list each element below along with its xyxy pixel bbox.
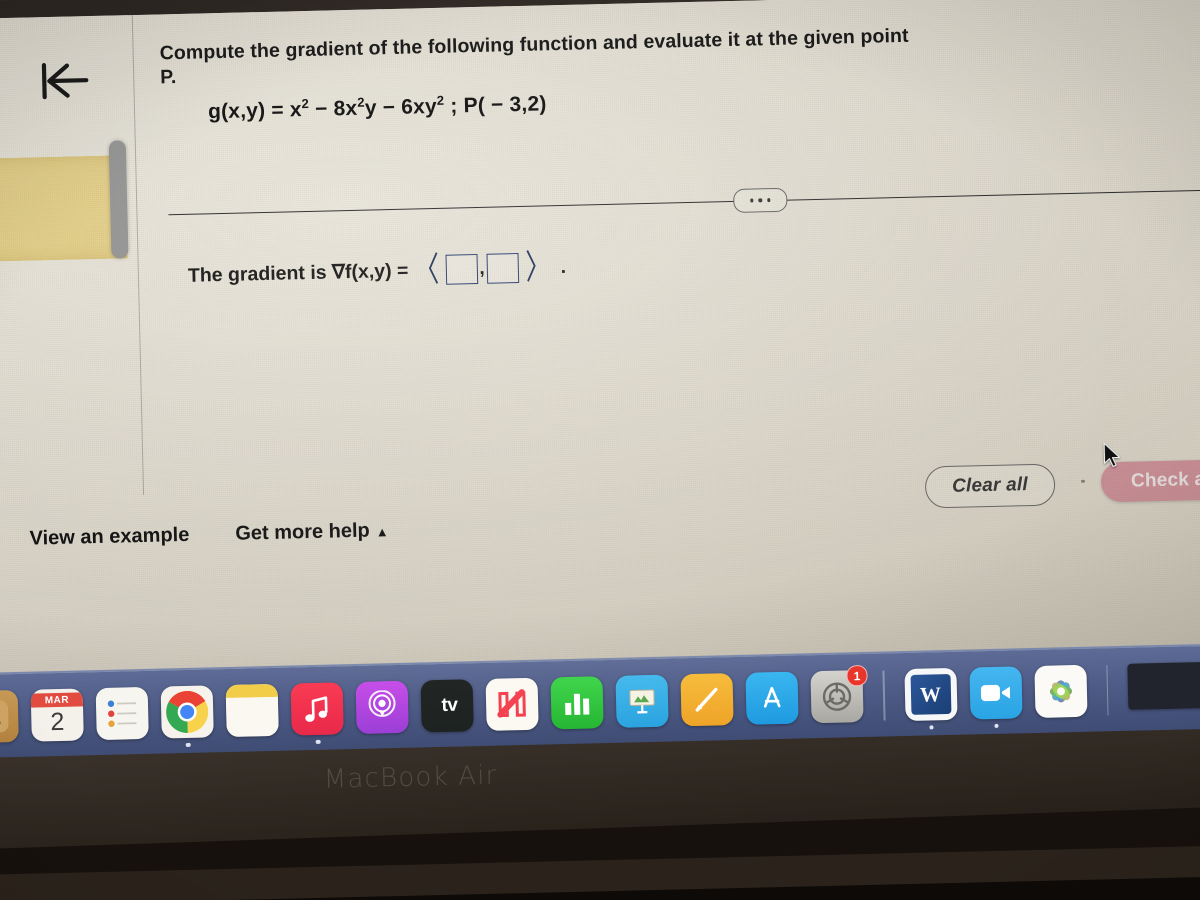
formula-point: ; P( − 3,2) (444, 92, 547, 118)
dock-item-app-store[interactable] (745, 671, 799, 725)
expand-ellipsis-button[interactable] (733, 187, 788, 213)
chrome-icon (160, 685, 214, 739)
section-divider (168, 189, 1200, 216)
calendar-day: 2 (50, 707, 65, 737)
minimized-window-icon (1127, 661, 1200, 710)
dock-item-zoom[interactable] (968, 666, 1023, 728)
dock-item-music[interactable] (290, 682, 344, 744)
dock-item-pages[interactable] (680, 673, 734, 727)
screenshot-stage: Compute the gradient of the following fu… (0, 0, 1200, 900)
dock-item-news[interactable] (485, 677, 539, 731)
formula-term-3-base: − 6xy (376, 94, 438, 120)
dock-item-finder[interactable] (0, 689, 19, 744)
dock-item-keynote[interactable] (615, 674, 669, 728)
panel-divider (131, 15, 145, 495)
view-an-example-link[interactable]: View an example (29, 524, 189, 551)
dock-item-numbers[interactable] (550, 676, 604, 730)
dock-item-minimized-window[interactable] (1127, 661, 1200, 716)
dock-item-calendar[interactable]: MAR 2 (30, 688, 84, 742)
component-separator: , (479, 257, 485, 279)
clear-all-button[interactable]: Clear all (924, 463, 1056, 509)
microsoft-word-icon: W (903, 667, 958, 722)
word-glyph: W (919, 681, 942, 707)
answer-row: The gradient is ∇f(x,y) = 〈 , 〉 . (187, 248, 567, 291)
dock-item-system-settings[interactable]: 1 (810, 664, 868, 724)
caret-up-icon: ▲ (375, 524, 389, 540)
apple-tv-glyph: tv (436, 694, 458, 717)
gradient-component-1-input[interactable] (445, 254, 478, 285)
dock-item-microsoft-word[interactable]: W (903, 667, 958, 730)
formula-term-2-tail: y (364, 96, 378, 120)
close-angle-bracket: 〉 (524, 248, 551, 287)
answer-label: The gradient is ∇f(x,y) = (187, 259, 409, 287)
notes-icon (225, 683, 279, 738)
ellipsis-dot (758, 198, 763, 203)
zoom-icon (968, 666, 1023, 720)
reminders-icon (95, 686, 149, 741)
running-indicator (993, 723, 999, 728)
running-indicator (315, 739, 321, 744)
formula-term-2-base: − 8x (308, 96, 358, 121)
dock-icon-list: MAR 2 tv 1 W (0, 661, 1200, 748)
dock-item-apple-tv[interactable]: tv (420, 679, 474, 733)
finder-icon (0, 689, 19, 744)
formula-term-1-base: g(x,y) = x (207, 98, 302, 124)
apple-tv-icon: tv (420, 679, 474, 733)
vertical-scrollbar-thumb[interactable] (108, 140, 129, 259)
open-angle-bracket: 〈 (413, 250, 440, 290)
problem-formula: g(x,y) = x2 − 8x2y − 6xy2 ; P( − 3,2) (208, 90, 547, 124)
dock-separator (1105, 665, 1109, 716)
laptop-device: Compute the gradient of the following fu… (0, 0, 1200, 900)
gradient-component-2-input[interactable] (486, 253, 520, 284)
dock-item-photos[interactable] (1033, 664, 1088, 718)
dock-item-notes[interactable] (225, 683, 279, 738)
pages-icon (680, 673, 734, 727)
running-indicator (185, 742, 191, 748)
dock-item-podcasts[interactable] (355, 680, 409, 734)
get-more-help-label: Get more help (235, 519, 371, 545)
settings-badge: 1 (846, 664, 868, 687)
get-more-help-link[interactable]: Get more help ▲ (235, 519, 389, 546)
app-store-icon (745, 671, 799, 725)
laptop-screen: Compute the gradient of the following fu… (0, 0, 1200, 680)
numbers-icon (550, 676, 604, 730)
mouse-cursor (1103, 442, 1121, 468)
back-to-start-icon[interactable] (37, 56, 92, 105)
highlighted-block (0, 155, 128, 263)
calendar-icon: MAR 2 (30, 688, 84, 742)
answer-terminator: . (560, 255, 567, 278)
photos-icon (1033, 664, 1088, 718)
ellipsis-dot (750, 198, 754, 203)
dock-item-reminders[interactable] (95, 686, 149, 741)
macbook-air-label: MacBook Air (323, 760, 498, 795)
help-links-row: this View an example Get more help▲ (0, 519, 389, 552)
podcasts-icon (355, 680, 409, 734)
screen-speck (1080, 479, 1086, 483)
dock-separator (882, 670, 886, 721)
music-icon (290, 682, 344, 736)
webpage-content: Compute the gradient of the following fu… (0, 0, 1200, 680)
dock-item-chrome[interactable] (160, 685, 214, 748)
problem-prompt: Compute the gradient of the following fu… (159, 24, 909, 89)
keynote-icon (615, 674, 669, 728)
running-indicator (928, 724, 934, 730)
ellipsis-dot (766, 198, 771, 202)
news-icon (485, 677, 539, 731)
calendar-month: MAR (30, 692, 84, 708)
